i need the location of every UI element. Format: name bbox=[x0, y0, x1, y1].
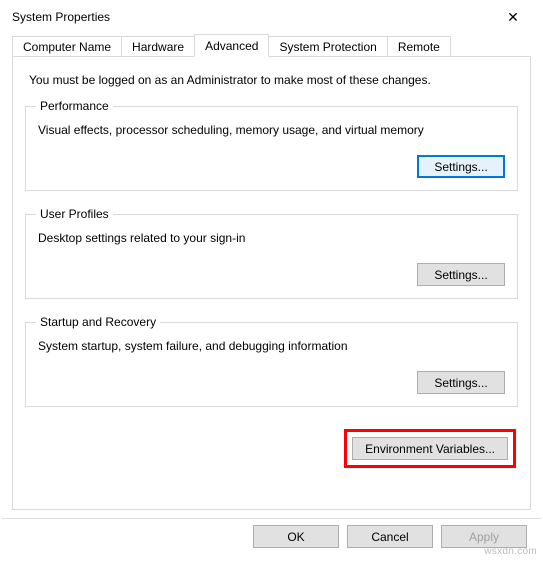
admin-notice: You must be logged on as an Administrato… bbox=[29, 73, 514, 87]
titlebar: System Properties ✕ bbox=[0, 0, 543, 32]
user-profiles-settings-button[interactable]: Settings... bbox=[417, 263, 505, 286]
tab-advanced[interactable]: Advanced bbox=[194, 34, 269, 57]
startup-recovery-group: Startup and Recovery System startup, sys… bbox=[25, 315, 518, 407]
ok-button[interactable]: OK bbox=[253, 525, 339, 548]
user-profiles-legend: User Profiles bbox=[36, 207, 113, 221]
startup-recovery-desc: System startup, system failure, and debu… bbox=[38, 339, 507, 353]
window-title: System Properties bbox=[12, 10, 110, 24]
system-properties-window: System Properties ✕ Computer Name Hardwa… bbox=[0, 0, 543, 573]
tab-strip: Computer Name Hardware Advanced System P… bbox=[0, 32, 543, 56]
cancel-button[interactable]: Cancel bbox=[347, 525, 433, 548]
apply-button[interactable]: Apply bbox=[441, 525, 527, 548]
close-button[interactable]: ✕ bbox=[493, 3, 533, 31]
performance-legend: Performance bbox=[36, 99, 113, 113]
advanced-panel: You must be logged on as an Administrato… bbox=[12, 56, 531, 510]
dialog-button-row: OK Cancel Apply bbox=[2, 518, 541, 558]
startup-recovery-settings-button[interactable]: Settings... bbox=[417, 371, 505, 394]
tab-remote[interactable]: Remote bbox=[387, 36, 451, 57]
environment-variables-button[interactable]: Environment Variables... bbox=[352, 437, 508, 460]
tab-hardware[interactable]: Hardware bbox=[121, 36, 195, 57]
close-icon: ✕ bbox=[507, 9, 519, 26]
tab-system-protection[interactable]: System Protection bbox=[268, 36, 387, 57]
startup-recovery-legend: Startup and Recovery bbox=[36, 315, 160, 329]
performance-group: Performance Visual effects, processor sc… bbox=[25, 99, 518, 191]
user-profiles-group: User Profiles Desktop settings related t… bbox=[25, 207, 518, 299]
environment-variables-row: Environment Variables... bbox=[25, 423, 518, 468]
user-profiles-desc: Desktop settings related to your sign-in bbox=[38, 231, 507, 245]
performance-desc: Visual effects, processor scheduling, me… bbox=[38, 123, 507, 137]
tab-computer-name[interactable]: Computer Name bbox=[12, 36, 122, 57]
highlight-annotation: Environment Variables... bbox=[344, 429, 516, 468]
watermark: wsxdn.com bbox=[484, 546, 537, 557]
performance-settings-button[interactable]: Settings... bbox=[417, 155, 505, 178]
